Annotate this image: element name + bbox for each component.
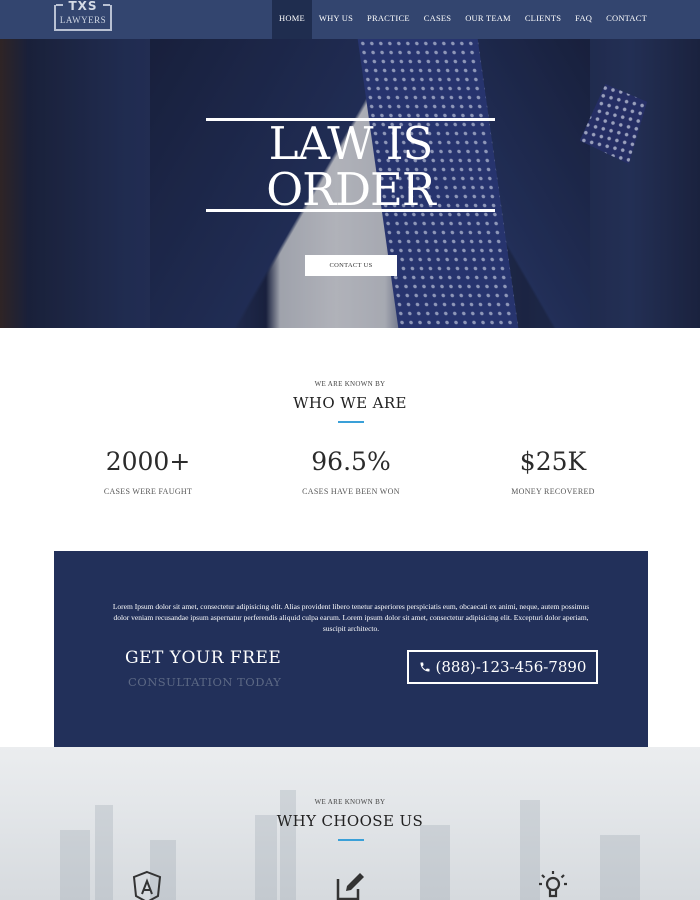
nav-practice[interactable]: PRACTICE [360, 0, 417, 39]
stat-cases-fought: 2000+ CASES WERE FAUGHT [48, 447, 248, 496]
stat-value: 2000+ [105, 447, 191, 476]
nav-faq[interactable]: FAQ [568, 0, 599, 39]
consultation-subheading: CONSULTATION TODAY [128, 675, 282, 689]
edit-icon [334, 871, 366, 900]
hero-banner: LAW IS ORDER [0, 39, 700, 328]
why-title-underline [338, 839, 364, 841]
brand-logo[interactable]: TXS LAWYERS [54, 0, 112, 31]
phone-number: (888)-123-456-7890 [435, 658, 587, 676]
stat-value: $25K [519, 447, 587, 476]
hero-title-line1: LAW IS [268, 117, 434, 170]
nav-cases[interactable]: CASES [417, 0, 458, 39]
stat-money-recovered: $25K MONEY RECOVERED [453, 447, 653, 496]
hero-bottom-rule [206, 209, 495, 212]
nav-why-us[interactable]: WHY US [312, 0, 360, 39]
why-kicker: WE ARE KNOWN BY [314, 798, 386, 806]
nav-our-team[interactable]: OUR TEAM [458, 0, 518, 39]
city-background: WE ARE KNOWN BY WHY CHOOSE US [0, 747, 700, 900]
nav-home[interactable]: HOME [272, 0, 312, 39]
nav-contact[interactable]: CONTACT [599, 0, 654, 39]
stat-label: CASES HAVE BEEN WON [302, 487, 400, 496]
brand-logo-line2: LAWYERS [59, 15, 107, 25]
contact-us-button[interactable]: CONTACT US [305, 255, 397, 276]
call-phone-button[interactable]: (888)-123-456-7890 [407, 650, 598, 684]
nav-clients[interactable]: CLIENTS [518, 0, 568, 39]
consultation-heading: GET YOUR FREE [125, 648, 282, 668]
brand-logo-line1: TXS [68, 0, 98, 13]
main-nav: HOME WHY US PRACTICE CASES OUR TEAM CLIE… [272, 0, 654, 39]
hero-title-line2: ORDER [266, 163, 436, 216]
about-title: WHO WE ARE [293, 394, 407, 412]
consultation-panel: Lorem Ipsum dolor sit amet, consectetur … [54, 551, 648, 747]
stat-label: MONEY RECOVERED [511, 487, 595, 496]
stat-label: CASES WERE FAUGHT [103, 487, 193, 496]
why-title: WHY CHOOSE US [276, 812, 424, 830]
lightbulb-icon [537, 869, 569, 900]
stat-cases-won: 96.5% CASES HAVE BEEN WON [251, 447, 451, 496]
shield-a-icon [131, 870, 163, 900]
top-navbar: TXS LAWYERS HOME WHY US PRACTICE CASES O… [0, 0, 700, 39]
stat-value: 96.5% [311, 447, 391, 476]
about-title-underline [338, 421, 364, 423]
consultation-text: Lorem Ipsum dolor sit amet, consectetur … [112, 602, 590, 633]
about-kicker: WE ARE KNOWN BY [314, 380, 386, 388]
phone-icon [419, 661, 431, 673]
